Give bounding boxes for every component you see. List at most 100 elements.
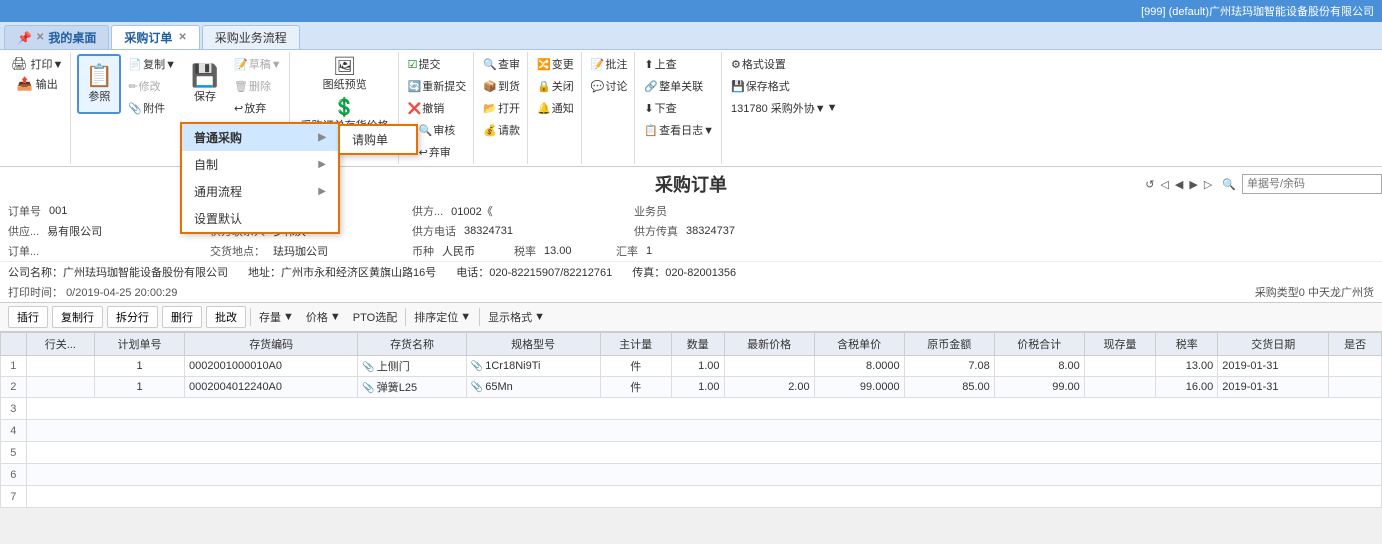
audit-button[interactable]: 🔍 查审 xyxy=(480,54,523,74)
link-button[interactable]: 🔗 整单关联 xyxy=(641,76,717,96)
nav-first[interactable]: ◁ xyxy=(1160,178,1168,191)
annotate-button[interactable]: 📝 批注 xyxy=(588,54,631,74)
resubmit-button[interactable]: 🔄 重新提交 xyxy=(405,76,470,96)
field-order-no: 订单号 001 xyxy=(8,203,208,219)
diagram-preview-button[interactable]: 🖼 图纸预览 xyxy=(318,54,372,95)
split-row-button[interactable]: 拆分行 xyxy=(107,306,158,328)
prev-query-button[interactable]: ⬆ 上查 xyxy=(641,54,717,74)
stock-qty-label: 存量 xyxy=(259,309,281,325)
nav-last[interactable]: ▷ xyxy=(1204,178,1212,191)
row3-empty xyxy=(26,398,1381,420)
table-row[interactable]: 1 1 0002001000010A0 📎上侧门 📎1Cr18Ni9Ti 件 1… xyxy=(1,356,1382,377)
reject-button[interactable]: ↩ 弃审 xyxy=(416,142,459,162)
row1-unit: 件 xyxy=(600,356,671,377)
row2-delivery-date: 2019-01-31 xyxy=(1218,377,1329,398)
dropdown-common-purchase-arrow: ▶ xyxy=(318,132,326,143)
draft-icon: 📝 xyxy=(234,58,248,71)
format-settings-button[interactable]: ⚙ 格式设置 xyxy=(728,54,841,74)
sort-dropdown[interactable]: 排序定位 ▼ xyxy=(410,307,475,327)
submit-label: 提交 xyxy=(418,56,440,72)
notify-button[interactable]: 🔔 通知 xyxy=(534,98,577,118)
doc-search-input[interactable] xyxy=(1242,174,1382,194)
display-format-label: 显示格式 xyxy=(488,309,532,325)
toolbar-audit-group: 🔍 查审 📦 到货 📂 打开 💰 请款 xyxy=(476,52,528,164)
change-button[interactable]: 🔀 变更 xyxy=(534,54,577,74)
row1-latest-price xyxy=(724,356,814,377)
row2-is-checked xyxy=(1329,377,1382,398)
submit-button[interactable]: ☑ 提交 xyxy=(405,54,470,74)
tab-home[interactable]: 📌 ✕ 我的桌面 xyxy=(4,25,109,49)
table-toolbar: 插行 复制行 拆分行 删行 批改 存量 ▼ 价格 ▼ PTO选配 排序定位 ▼ … xyxy=(0,302,1382,332)
copy-icon: 📄 xyxy=(128,58,142,71)
close-label: 关闭 xyxy=(552,78,574,94)
dropdown-self-made[interactable]: 自制 ▶ xyxy=(182,151,338,178)
attach-button[interactable]: 📎 附件 xyxy=(125,98,179,118)
nav-next[interactable]: ▶ xyxy=(1189,178,1197,191)
dropdown-common-purchase[interactable]: 普通采购 ▶ xyxy=(182,124,338,151)
approve-button[interactable]: 🔍 审核 xyxy=(416,120,459,140)
tab-purchase-order[interactable]: 采购订单 ✕ xyxy=(111,25,199,49)
row2-plan-no: 1 xyxy=(94,377,184,398)
close-icon[interactable]: ✕ xyxy=(36,32,44,43)
display-format-arrow: ▼ xyxy=(534,311,545,323)
delete-button[interactable]: 🗑 删除 xyxy=(231,76,285,96)
col-stock-name: 存货名称 xyxy=(358,333,466,356)
row7-empty xyxy=(26,486,1381,508)
open-button[interactable]: 📂 打开 xyxy=(480,98,523,118)
submenu-purchase-request[interactable]: 请购单 xyxy=(340,126,416,153)
row2-stock-code: 0002004012240A0 xyxy=(185,377,358,398)
price-dropdown[interactable]: 价格 ▼ xyxy=(302,307,345,327)
row2-latest-price: 2.00 xyxy=(724,377,814,398)
field-order-num: 订单... xyxy=(8,243,208,259)
log-button[interactable]: 📋 查看日志▼ xyxy=(641,120,717,140)
display-format-dropdown[interactable]: 显示格式 ▼ xyxy=(484,307,549,327)
dropdown-self-made-arrow: ▶ xyxy=(318,159,326,170)
tab-purchase-process[interactable]: 采购业务流程 xyxy=(202,25,300,49)
table-row-empty-4: 4 xyxy=(1,420,1382,442)
save-format-button[interactable]: 💾 保存格式 xyxy=(728,76,841,96)
insert-row-button[interactable]: 插行 xyxy=(8,306,48,328)
row2-spec: 📎65Mn xyxy=(466,377,600,398)
copy-row-button[interactable]: 复制行 xyxy=(52,306,103,328)
row7-num: 7 xyxy=(1,486,27,508)
discuss-icon: 💬 xyxy=(591,80,605,93)
batch-edit-button[interactable]: 批改 xyxy=(206,306,246,328)
payment-button[interactable]: 💰 请款 xyxy=(480,120,523,140)
tab-purchase-order-close[interactable]: ✕ xyxy=(178,32,186,43)
export-button[interactable]: 📤 输出 xyxy=(14,74,61,94)
close-order-button[interactable]: 🔒 关闭 xyxy=(534,76,577,96)
abandon-button[interactable]: ↩ 放弃 xyxy=(231,98,285,118)
print-row: 打印时间： 0/2019-04-25 20:00:29 采购类型0 中天龙广州货 xyxy=(0,282,1382,302)
draft-label: 草稿▼ xyxy=(249,56,282,72)
company-info: 公司名称：广州珐玛珈智能设备股份有限公司 地址：广州市永和经济区黄旗山路16号 … xyxy=(0,261,1382,282)
dropdown-general-process[interactable]: 通用流程 ▶ xyxy=(182,178,338,205)
draft-button[interactable]: 📝 草稿▼ xyxy=(231,54,285,74)
open-label: 打开 xyxy=(498,100,520,116)
delete-row-button[interactable]: 删行 xyxy=(162,306,202,328)
arrive-button[interactable]: 📦 到货 xyxy=(480,76,523,96)
modify-button[interactable]: ✏ 修改 xyxy=(125,76,179,96)
format-dropdown-button[interactable]: 131780 采购外协▼ ▼ xyxy=(728,98,841,118)
col-spec: 规格型号 xyxy=(466,333,600,356)
refresh-icon[interactable]: ↺ xyxy=(1145,178,1154,191)
print-time-value: 0/2019-04-25 20:00:29 xyxy=(66,287,177,299)
reference-button[interactable]: 📋 参照 xyxy=(77,54,121,114)
col-qty: 数量 xyxy=(671,333,724,356)
company-fax: 传真：020-82001356 xyxy=(632,264,736,280)
row2-price-tax-total: 99.00 xyxy=(994,377,1084,398)
attach-label: 附件 xyxy=(143,100,165,116)
toolbar-print-group: 🖨 打印▼ 📤 输出 xyxy=(4,52,71,164)
print-button[interactable]: 🖨 打印▼ xyxy=(8,54,66,74)
toolbar-nav-group: ⬆ 上查 🔗 整单关联 ⬇ 下查 📋 查看日志▼ xyxy=(637,52,722,164)
dropdown-set-default[interactable]: 设置默认 xyxy=(182,205,338,232)
stock-qty-dropdown[interactable]: 存量 ▼ xyxy=(255,307,298,327)
notify-icon: 🔔 xyxy=(537,102,551,115)
cancel-submit-button[interactable]: ❌ 撤销 xyxy=(405,98,470,118)
pto-dropdown[interactable]: PTO选配 xyxy=(349,307,401,327)
discuss-button[interactable]: 💬 讨论 xyxy=(588,76,631,96)
nav-prev[interactable]: ◀ xyxy=(1175,178,1183,191)
save-button[interactable]: 💾 保存 xyxy=(183,54,227,114)
copy-button[interactable]: 📄 复制▼ xyxy=(125,54,179,74)
next-query-button[interactable]: ⬇ 下查 xyxy=(641,98,717,118)
table-row[interactable]: 2 1 0002004012240A0 📎弹簧L25 📎65Mn 件 1.00 … xyxy=(1,377,1382,398)
